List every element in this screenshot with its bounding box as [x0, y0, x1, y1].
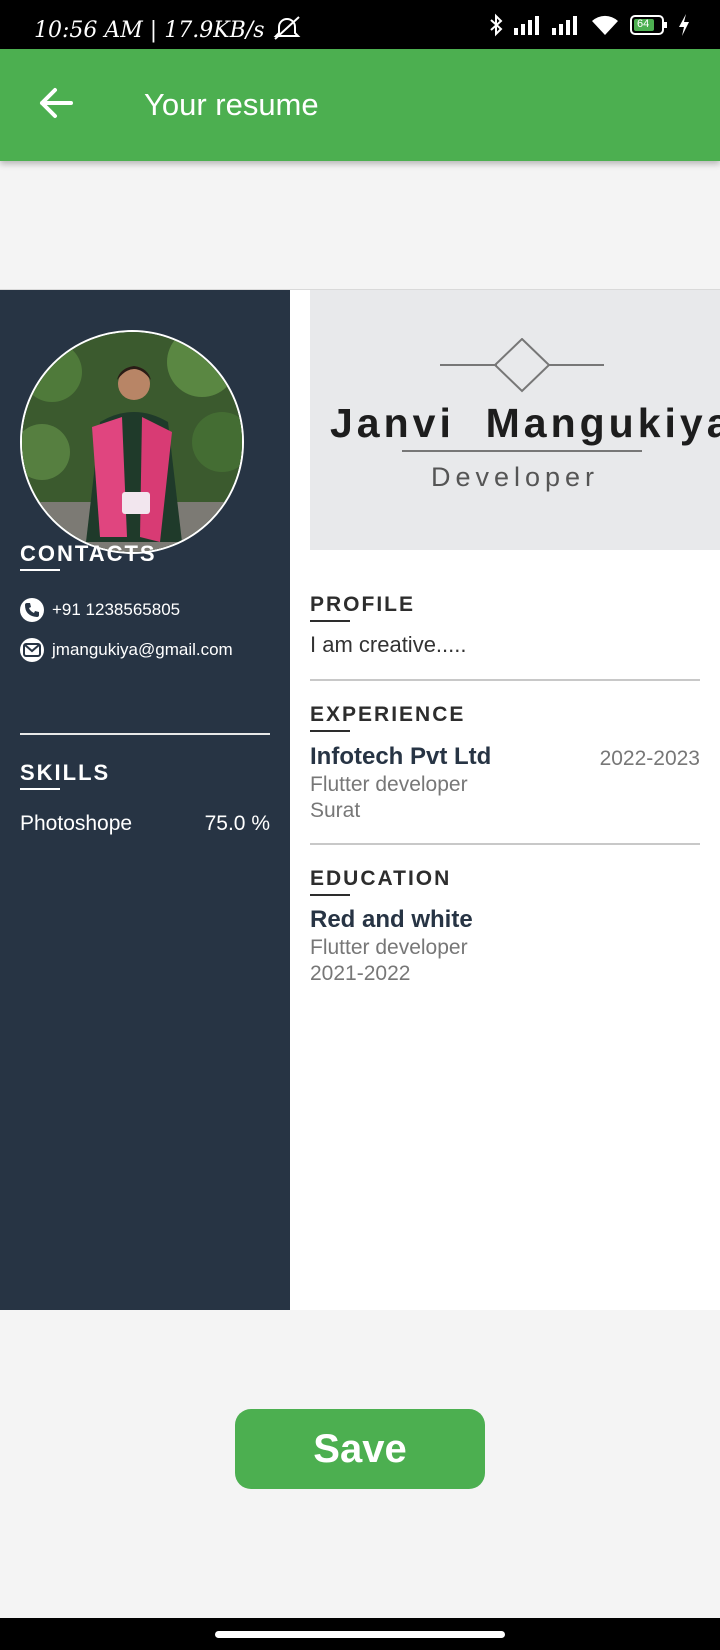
page-title: Your resume — [144, 87, 319, 122]
experience-position: Flutter developer — [310, 773, 468, 796]
skill-level: 75.0 % — [204, 812, 270, 835]
skill-item: Photoshope 75.0 % — [20, 812, 270, 836]
battery-icon: 64 — [630, 14, 668, 36]
app-bar: Your resume — [0, 49, 720, 161]
skill-name: Photoshope — [20, 812, 133, 835]
wifi-icon — [590, 14, 620, 36]
section-divider — [310, 679, 700, 681]
profile-underline — [310, 620, 350, 622]
experience-location: Surat — [310, 799, 361, 822]
contacts-underline — [20, 569, 60, 571]
phone-icon — [20, 598, 44, 622]
experience-company: Infotech Pvt Ltd — [310, 743, 492, 770]
email-address: jmangukiya@gmail.com — [52, 640, 233, 659]
home-indicator[interactable] — [215, 1631, 505, 1638]
experience-dates: 2022-2023 — [599, 747, 700, 770]
signal-icon — [514, 15, 542, 35]
status-time-speed: 10:56 AM | 17.9KB/s — [34, 18, 265, 43]
skills-heading: SKILLS — [20, 760, 111, 785]
phone-number: +91 1238565805 — [52, 600, 181, 619]
bluetooth-icon — [488, 13, 504, 37]
navigation-bar — [0, 1618, 720, 1650]
contacts-heading: CONTACTS — [20, 541, 157, 566]
experience-heading: EXPERIENCE — [310, 703, 466, 726]
alarm-off-icon — [272, 14, 302, 47]
diamond-ornament — [440, 337, 604, 399]
education-heading: EDUCATION — [310, 867, 452, 890]
email-icon — [20, 638, 44, 662]
resume-role: Developer — [430, 462, 600, 492]
avatar — [20, 330, 244, 554]
education-course: Flutter developer — [310, 936, 468, 959]
charging-icon — [678, 14, 690, 36]
resume-header: Janvi Mangukiya Developer — [310, 290, 720, 550]
education-school: Red and white — [310, 906, 473, 933]
save-button[interactable]: Save — [235, 1409, 485, 1489]
education-years: 2021-2022 — [310, 962, 411, 985]
contact-phone[interactable]: +91 1238565805 — [20, 598, 180, 622]
name-rule — [402, 450, 642, 452]
profile-heading: PROFILE — [310, 593, 416, 616]
resume-name: Janvi Mangukiya — [330, 400, 720, 446]
education-underline — [310, 894, 350, 896]
experience-underline — [310, 730, 350, 732]
section-divider — [310, 843, 700, 845]
back-button[interactable] — [36, 85, 76, 125]
profile-text: I am creative..... — [310, 632, 467, 657]
resume-main: Janvi Mangukiya Developer PROFILE I am c… — [290, 290, 720, 1310]
status-bar: 10:56 AM | 17.9KB/s 64 — [0, 0, 720, 49]
contact-email[interactable]: jmangukiya@gmail.com — [20, 638, 233, 662]
battery-level: 64 — [637, 18, 650, 30]
signal-icon-2 — [552, 15, 580, 35]
arrow-left-icon — [38, 87, 74, 124]
resume-sidebar: CONTACTS +91 1238565805 jmangukiya@gmail… — [0, 290, 290, 1310]
resume-preview: CONTACTS +91 1238565805 jmangukiya@gmail… — [0, 289, 720, 1310]
sidebar-divider — [20, 733, 270, 735]
skills-underline — [20, 788, 60, 790]
